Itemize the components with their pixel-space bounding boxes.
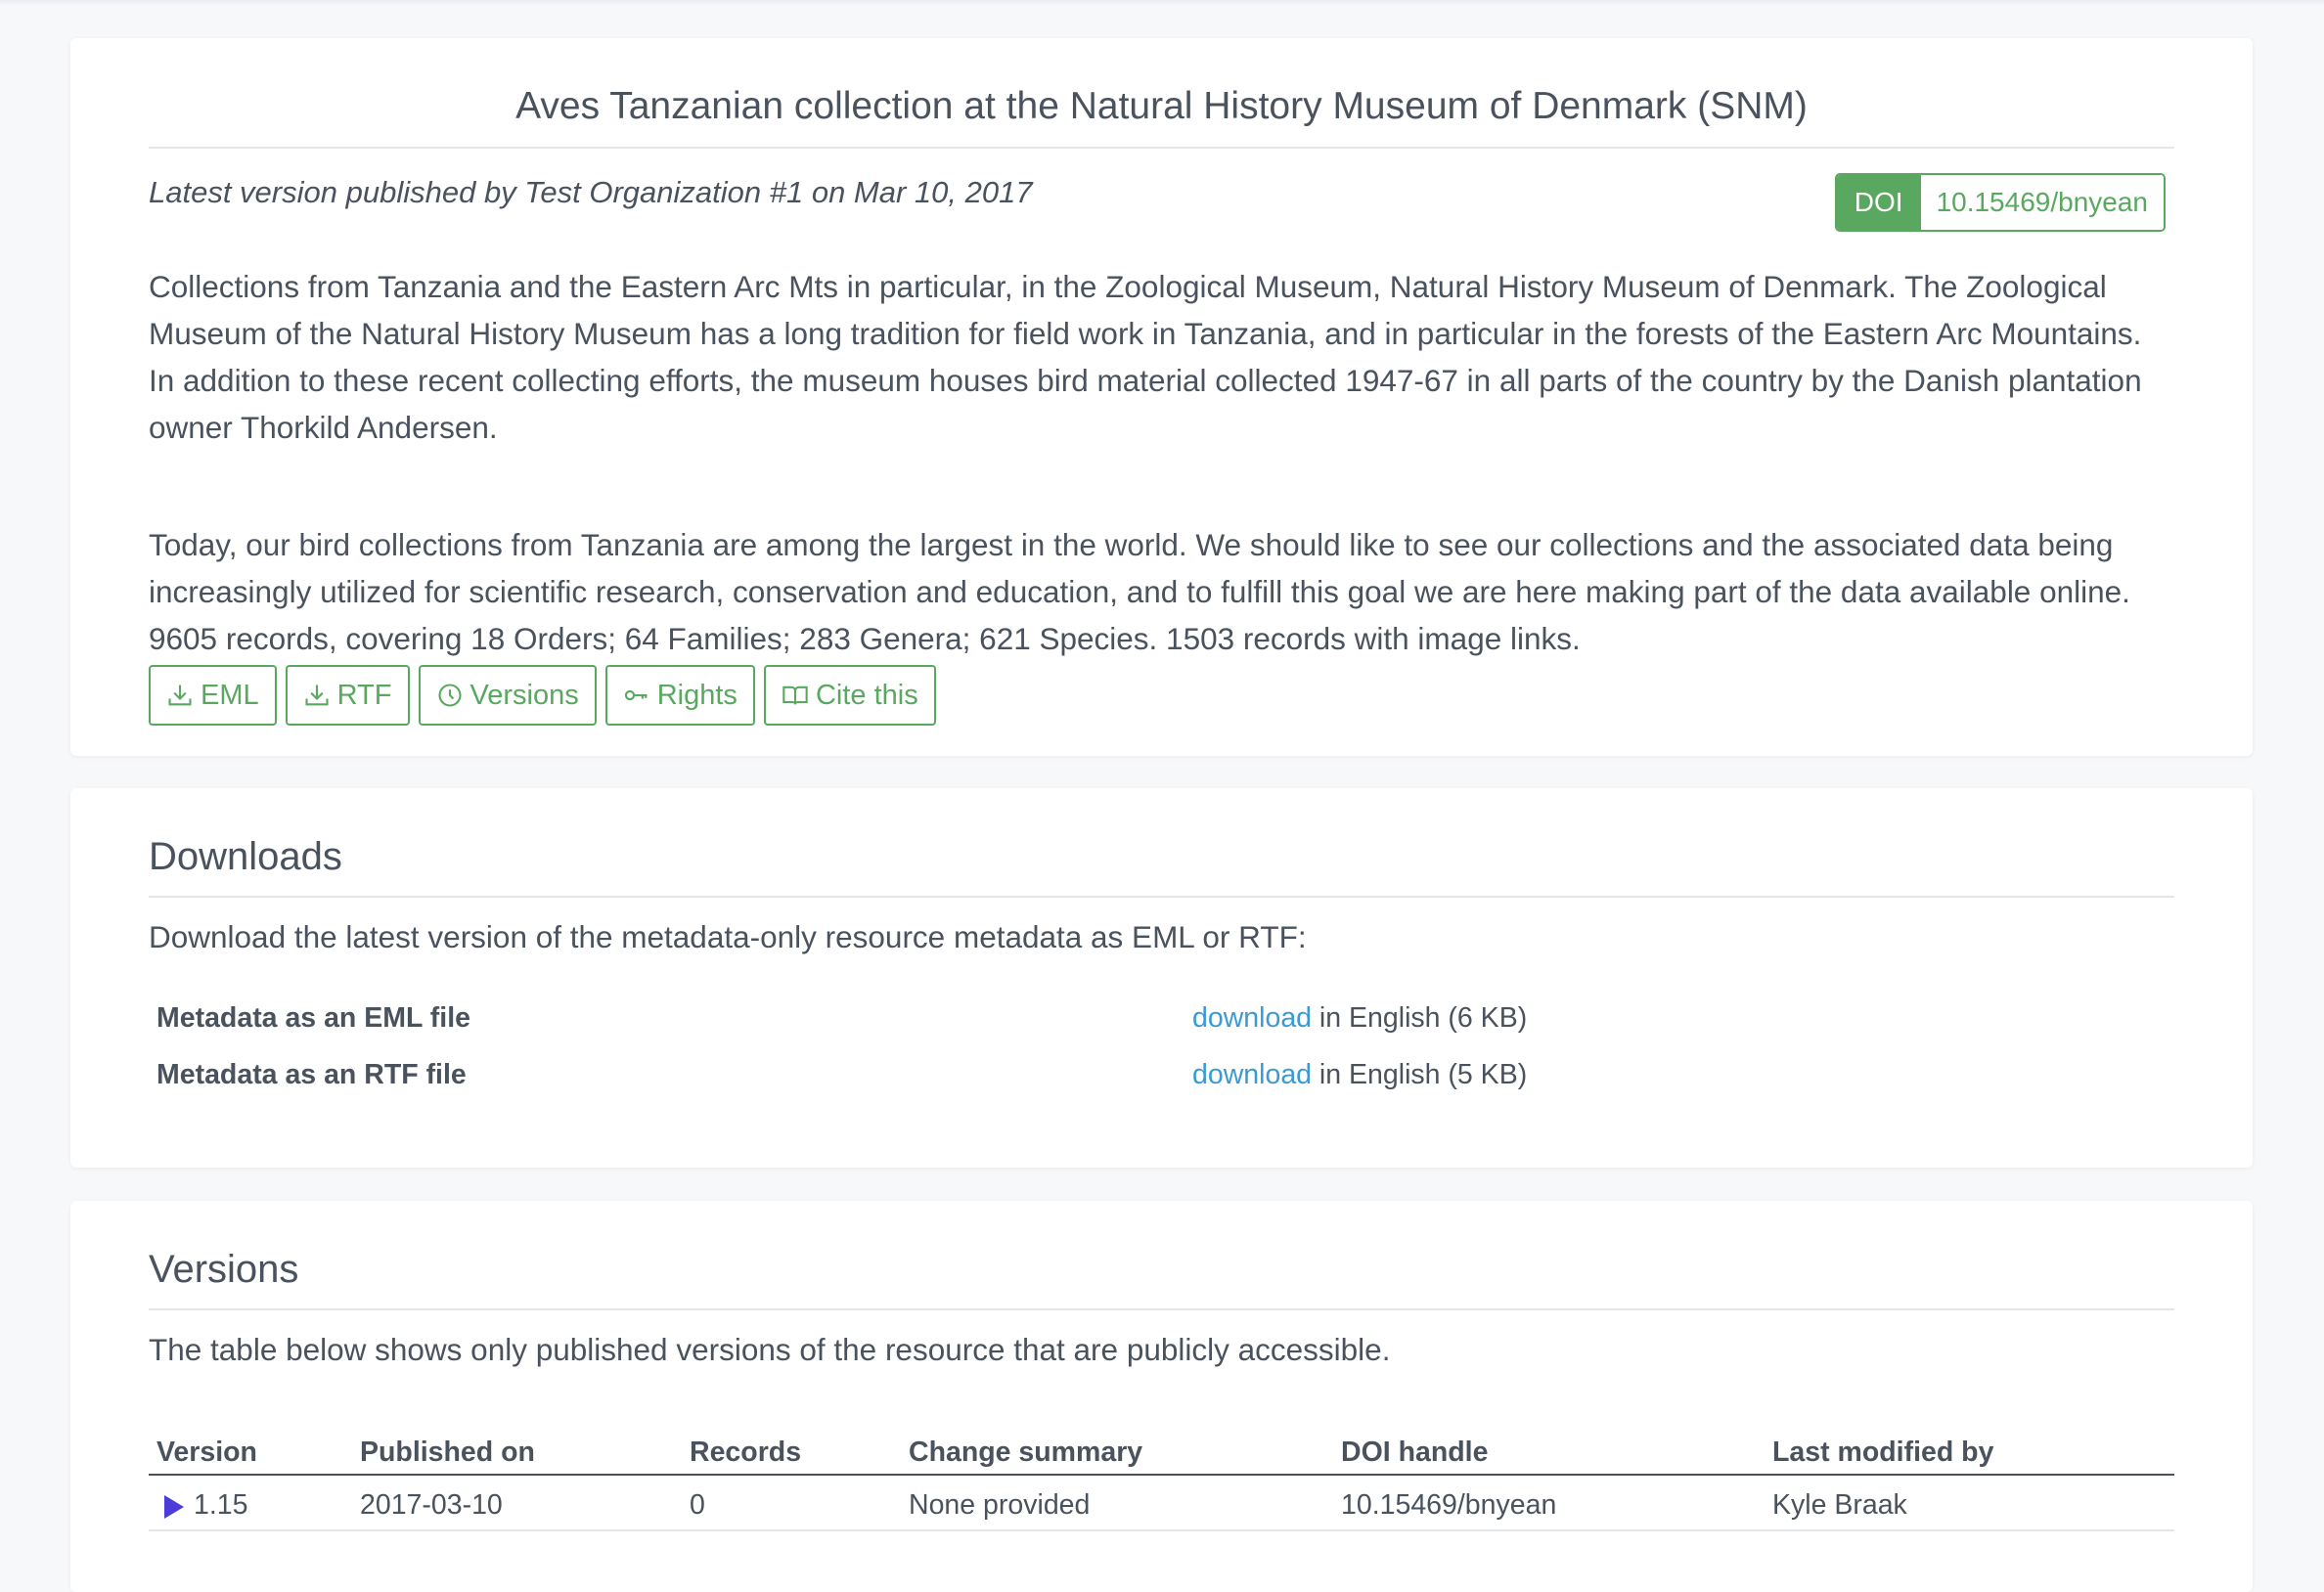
cell-records: 0 bbox=[690, 1489, 705, 1521]
download-row-rtf: Metadata as an RTF file download in Engl… bbox=[149, 1051, 2174, 1096]
download-row-value: download in English (6 KB) bbox=[1192, 1002, 1527, 1035]
rights-button[interactable]: Rights bbox=[604, 665, 755, 726]
description-paragraph-2: Today, our bird collections from Tanzani… bbox=[149, 527, 2130, 656]
download-icon bbox=[166, 682, 194, 709]
title-divider bbox=[149, 147, 2174, 149]
versions-button-label: Versions bbox=[469, 679, 579, 711]
key-icon bbox=[623, 682, 650, 709]
cite-button[interactable]: Cite this bbox=[763, 665, 936, 726]
versions-divider bbox=[149, 1308, 2174, 1310]
rtf-download-link[interactable]: download bbox=[1192, 1059, 1312, 1090]
cell-doi-handle: 10.15469/bnyean bbox=[1341, 1489, 1557, 1521]
column-header-version: Version bbox=[156, 1437, 257, 1468]
download-icon bbox=[303, 682, 331, 709]
downloads-card: Downloads Download the latest version of… bbox=[70, 788, 2253, 1168]
doi-badge[interactable]: DOI 10.15469/bnyean bbox=[1834, 173, 2166, 232]
cite-button-label: Cite this bbox=[815, 679, 918, 711]
column-header-published-on: Published on bbox=[360, 1437, 535, 1468]
download-row-label: Metadata as an RTF file bbox=[156, 1059, 467, 1090]
download-row-eml: Metadata as an EML file download in Engl… bbox=[149, 995, 2174, 1039]
eml-button-label: EML bbox=[201, 679, 259, 711]
downloads-divider bbox=[149, 896, 2174, 898]
column-header-doi-handle: DOI handle bbox=[1341, 1437, 1489, 1468]
versions-description: The table below shows only published ver… bbox=[149, 1332, 1391, 1367]
versions-table-header: Version Published on Records Change summ… bbox=[149, 1429, 2174, 1472]
resource-title: Aves Tanzanian collection at the Natural… bbox=[515, 85, 1808, 127]
rtf-download-button[interactable]: RTF bbox=[285, 665, 410, 726]
column-header-records: Records bbox=[690, 1437, 802, 1468]
published-line: Latest version published by Test Organiz… bbox=[149, 175, 1033, 209]
eml-download-detail: in English (6 KB) bbox=[1312, 1002, 1528, 1034]
column-header-last-modified-by: Last modified by bbox=[1772, 1437, 1994, 1468]
action-buttons: EML RTF Versions Rights Cite this bbox=[149, 665, 936, 726]
doi-value[interactable]: 10.15469/bnyean bbox=[1920, 175, 2164, 230]
table-row[interactable]: 1.15 2017-03-10 0 None provided 10.15469… bbox=[149, 1476, 2174, 1531]
top-shadow bbox=[0, 0, 2324, 6]
cell-published-on: 2017-03-10 bbox=[360, 1489, 503, 1521]
doi-label: DOI bbox=[1836, 175, 1921, 230]
rtf-button-label: RTF bbox=[336, 679, 392, 711]
cell-last-modified-by: Kyle Braak bbox=[1772, 1489, 1907, 1521]
clock-icon bbox=[436, 682, 464, 709]
current-version-marker-icon bbox=[164, 1495, 184, 1519]
rights-button-label: Rights bbox=[656, 679, 737, 711]
versions-button[interactable]: Versions bbox=[418, 665, 597, 726]
downloads-title: Downloads bbox=[149, 835, 342, 878]
resource-overview-card: Aves Tanzanian collection at the Natural… bbox=[70, 38, 2253, 756]
download-row-label: Metadata as an EML file bbox=[156, 1002, 470, 1034]
eml-download-button[interactable]: EML bbox=[149, 665, 277, 726]
downloads-description: Download the latest version of the metad… bbox=[149, 919, 1307, 954]
column-header-change-summary: Change summary bbox=[909, 1437, 1143, 1468]
download-row-value: download in English (5 KB) bbox=[1192, 1059, 1527, 1091]
cell-version: 1.15 bbox=[194, 1489, 248, 1521]
book-icon bbox=[782, 682, 809, 709]
versions-card: Versions The table below shows only publ… bbox=[70, 1201, 2253, 1592]
rtf-download-detail: in English (5 KB) bbox=[1312, 1059, 1528, 1090]
cell-change-summary: None provided bbox=[909, 1489, 1091, 1521]
versions-title: Versions bbox=[149, 1248, 299, 1291]
eml-download-link[interactable]: download bbox=[1192, 1002, 1312, 1034]
page: Aves Tanzanian collection at the Natural… bbox=[0, 0, 2324, 1592]
description-paragraph-1: Collections from Tanzania and the Easter… bbox=[149, 269, 2142, 445]
